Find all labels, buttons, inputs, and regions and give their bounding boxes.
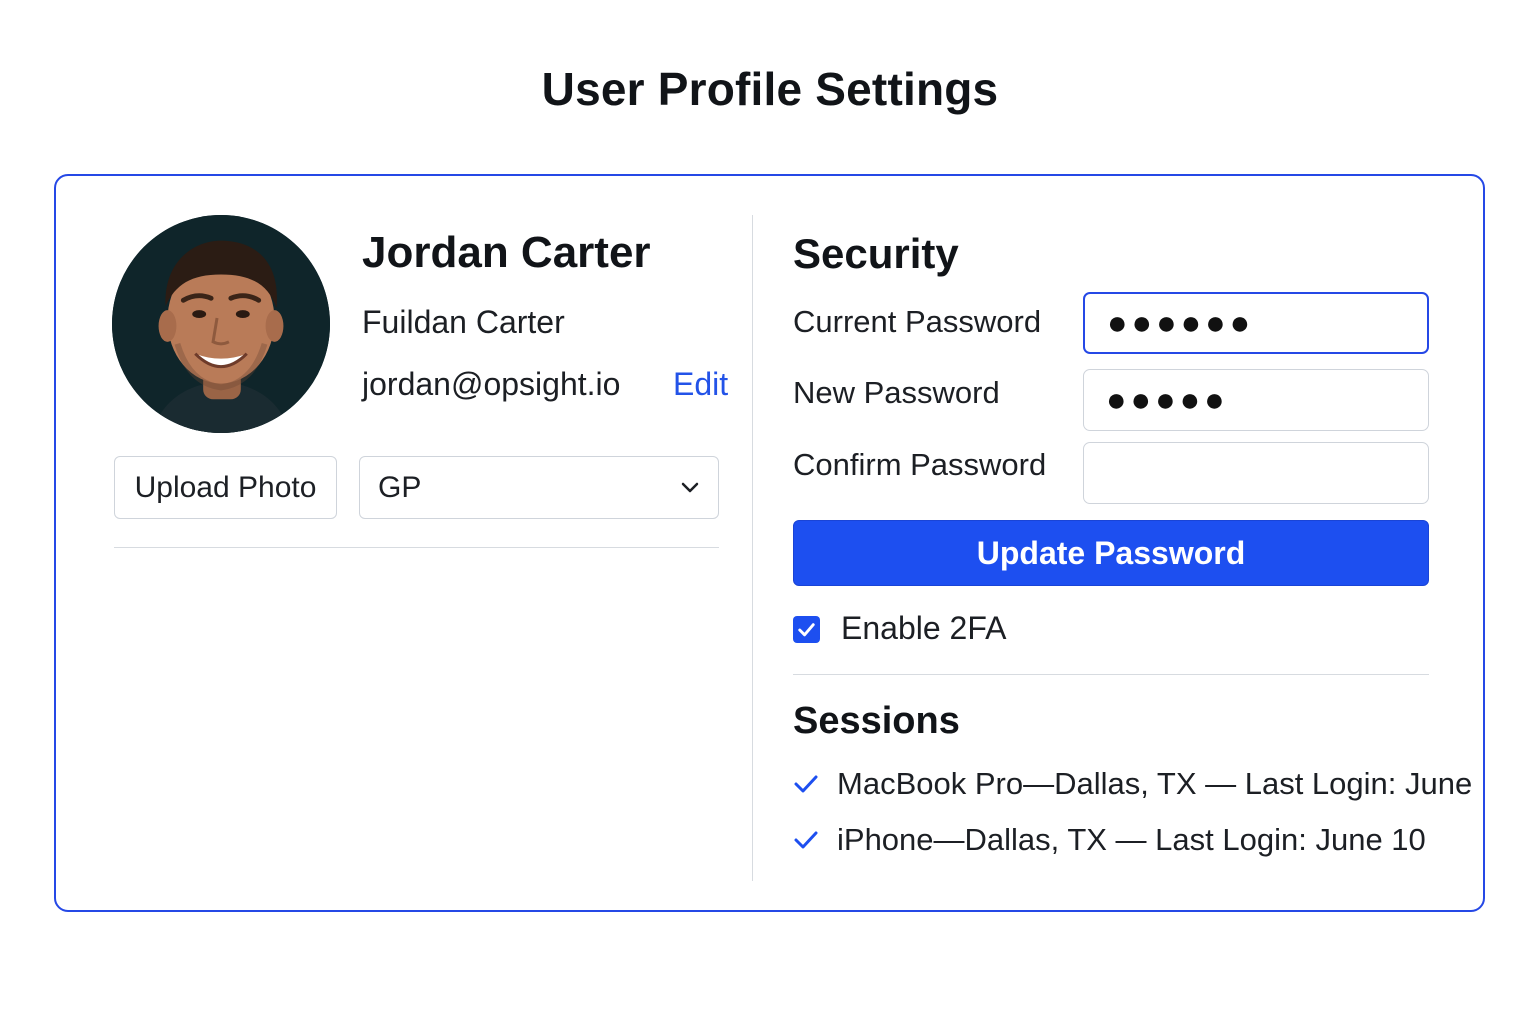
- divider: [114, 547, 719, 548]
- settings-card: Jordan Carter Fuildan Carter jordan@opsi…: [54, 174, 1485, 912]
- page-title: User Profile Settings: [541, 63, 999, 115]
- enable-2fa-checkbox[interactable]: [793, 616, 820, 643]
- session-text: iPhone—Dallas, TX — Last Login: June 10: [837, 822, 1426, 857]
- confirm-password-label: Confirm Password: [793, 447, 1047, 482]
- check-icon: [794, 831, 818, 849]
- check-icon: [794, 775, 818, 793]
- profile-email: jordan@opsight.io: [362, 366, 621, 402]
- confirm-password-field[interactable]: [1083, 442, 1429, 504]
- column-divider: [752, 215, 753, 881]
- security-title: Security: [793, 230, 959, 277]
- update-password-button[interactable]: Update Password: [793, 520, 1429, 586]
- current-password-label: Current Password: [793, 304, 1042, 339]
- edit-email-link[interactable]: Edit: [673, 366, 728, 403]
- session-item: iPhone—Dallas, TX — Last Login: June 10: [793, 822, 1426, 858]
- session-item: MacBook Pro—Dallas, TX — Last Login: Jun…: [793, 766, 1485, 802]
- avatar: [112, 215, 330, 433]
- select-value: GP: [378, 470, 422, 504]
- chevron-down-icon: [681, 482, 699, 492]
- current-password-field[interactable]: ●●●●●●: [1083, 292, 1429, 354]
- session-text: MacBook Pro—Dallas, TX — Last Login: Jun…: [837, 766, 1485, 801]
- new-password-field[interactable]: ●●●●●: [1083, 369, 1429, 431]
- profile-name: Jordan Carter: [362, 228, 651, 277]
- new-password-label: New Password: [793, 375, 1000, 410]
- enable-2fa-label: Enable 2FA: [841, 610, 1007, 646]
- profile-select[interactable]: GP: [359, 456, 719, 519]
- divider: [793, 674, 1429, 675]
- avatar-portrait: [112, 215, 330, 433]
- checkmark-icon: [798, 623, 815, 637]
- profile-secondary-name: Fuildan Carter: [362, 304, 565, 340]
- sessions-title: Sessions: [793, 700, 960, 742]
- upload-photo-button[interactable]: Upload Photo: [114, 456, 337, 519]
